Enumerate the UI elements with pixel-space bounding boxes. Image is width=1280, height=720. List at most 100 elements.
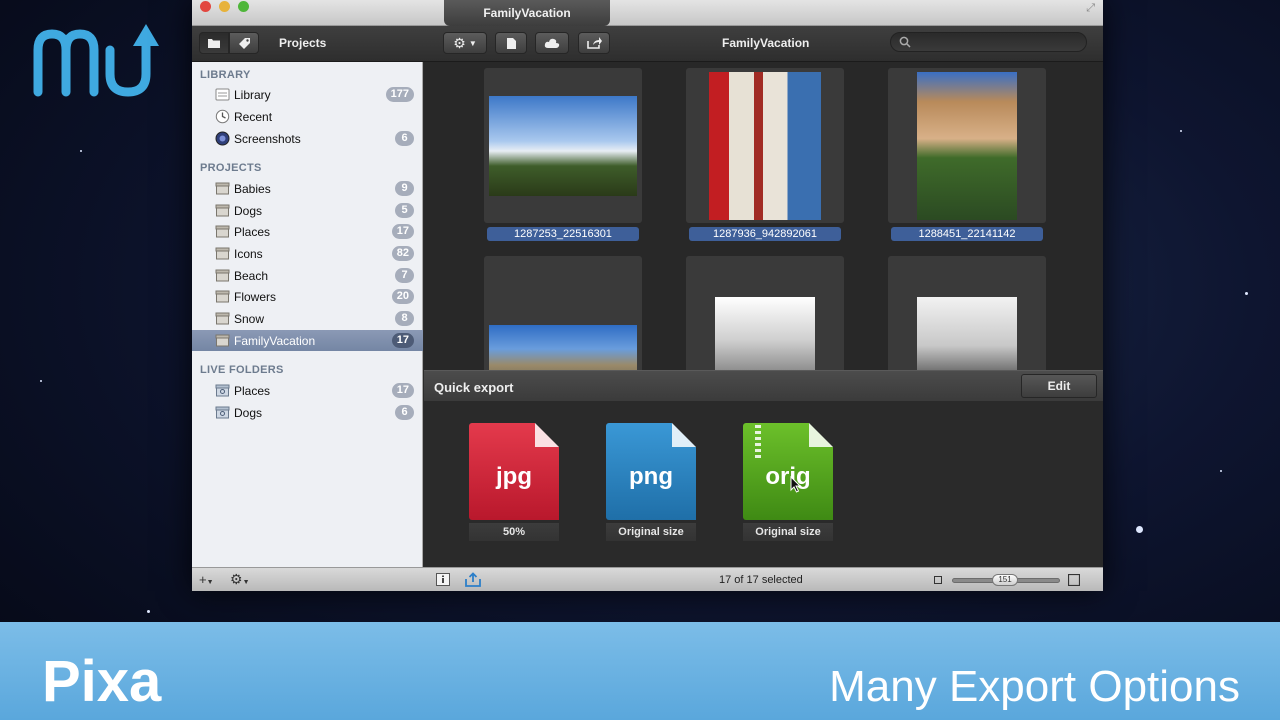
sidebar-item-familyvacation[interactable]: FamilyVacation 17 [192,330,423,351]
star [1136,526,1143,533]
cloud-button[interactable] [535,32,569,54]
image-frame [484,256,642,370]
image-frame [686,68,844,223]
star [80,150,82,152]
export-jpg-button[interactable]: jpg 50% [469,423,559,543]
image-grid: 1287253_22516301 1287936_942892061 12884… [424,62,1103,370]
window-title: FamilyVacation [444,0,610,26]
sidebar-item-beach[interactable]: Beach 7 [192,265,423,286]
search-input[interactable] [890,32,1087,52]
live-folders-heading: LIVE FOLDERS [200,364,284,376]
quick-export-header: Quick export Edit [424,370,1103,401]
count-badge: 5 [395,203,414,218]
edit-button[interactable]: Edit [1021,374,1097,398]
image-caption: 1287936_942892061 [689,227,841,241]
add-menu-button[interactable]: +▼ [199,572,214,587]
action-menu-button[interactable]: ⚙▼ [230,571,250,588]
image-caption: 1288451_22141142 [891,227,1043,241]
castle-photo [489,95,637,196]
count-badge: 6 [395,131,414,146]
small-thumbnail-icon[interactable] [934,576,942,584]
new-document-button[interactable] [495,32,527,54]
sidebar-item-flowers[interactable]: Flowers 20 [192,286,423,307]
box-icon [215,312,230,325]
minimize-window-button[interactable] [219,1,230,12]
gear-icon: ⚙ [230,571,243,587]
star [1180,130,1182,132]
count-badge: 9 [395,181,414,196]
export-original-button[interactable]: orig Original size [743,423,833,543]
quick-export-title: Quick export [434,380,514,395]
chevron-down-icon: ▼ [468,38,477,48]
colonnade-photo [709,71,821,220]
image-frame [484,68,642,223]
count-badge: 82 [391,246,414,261]
count-badge: 8 [395,311,414,326]
image-frame [686,256,844,370]
zoom-window-button[interactable] [238,1,249,12]
star [1245,292,1248,295]
file-extension: jpg [496,463,532,490]
document-icon [506,37,516,49]
star [1220,470,1222,472]
sidebar-item-label: Places [234,225,271,239]
toolbar: Projects ⚙ ▼ FamilyVacation [192,26,1103,62]
sidebar-item-label: Dogs [234,204,263,218]
app-name: Pixa [42,649,162,714]
share-button[interactable] [578,32,610,54]
sidebar-item-live-places[interactable]: Places 17 [192,380,423,401]
box-icon [215,225,230,238]
statue-photo [715,297,815,370]
projects-view-button[interactable] [199,32,229,54]
sidebar-item-icons[interactable]: Icons 82 [192,243,423,264]
screenshots-icon [215,131,230,146]
sidebar-item-recent[interactable]: Recent [192,106,423,127]
library-icon [215,88,230,101]
sidebar-item-label: Flowers [234,290,277,304]
sidebar-item-library[interactable]: Library 177 [192,84,423,105]
sidebar-item-dogs[interactable]: Dogs 5 [192,200,423,221]
close-window-button[interactable] [200,1,211,12]
tag-icon [238,37,250,49]
selection-status: 17 of 17 selected [719,574,803,586]
box-icon [215,290,230,303]
cloud-icon [544,38,560,48]
fullscreen-icon[interactable]: ⤢ [1086,2,1095,15]
cathedral-photo [489,325,637,370]
sidebar-item-screenshots[interactable]: Screenshots 6 [192,128,423,149]
app-window: FamilyVacation ⤢ Projects ⚙ ▼ FamilyVaca… [192,0,1103,591]
mouse-cursor-icon [790,476,801,493]
count-badge: 17 [391,333,414,348]
sidebar-item-snow[interactable]: Snow 8 [192,308,423,329]
settings-menu-button[interactable]: ⚙ ▼ [443,32,487,54]
info-icon[interactable] [436,573,450,586]
sidebar-item-babies[interactable]: Babies 9 [192,178,423,199]
sidebar-item-places[interactable]: Places 17 [192,221,423,242]
count-badge: 17 [391,383,414,398]
sidebar-item-label: Babies [234,182,271,196]
image-frame [888,68,1046,223]
sidebar-item-live-dogs[interactable]: Dogs 6 [192,402,423,423]
quick-export-panel: jpg 50% png Original size orig Original … [424,401,1103,567]
sidebar-item-label: Snow [234,312,265,326]
tagline: Many Export Options [829,662,1240,711]
export-icon[interactable] [465,572,481,587]
projects-label: Projects [279,36,327,50]
image-frame [888,256,1046,370]
palace-photo [917,71,1017,220]
search-icon [899,36,911,48]
export-option-label: Original size [606,523,696,541]
cross-photo [917,297,1017,370]
projects-heading: PROJECTS [200,162,262,174]
slider-knob[interactable]: 151 [992,574,1018,586]
mu-logo-icon [33,24,159,97]
large-thumbnail-icon[interactable] [1068,574,1080,586]
star [40,380,42,382]
tags-view-button[interactable] [229,32,259,54]
box-icon [215,269,230,282]
export-png-button[interactable]: png Original size [606,423,696,543]
sidebar-item-label: Recent [234,110,273,124]
sidebar-item-label: Screenshots [234,132,301,146]
count-badge: 20 [391,289,414,304]
file-extension: png [629,463,673,490]
